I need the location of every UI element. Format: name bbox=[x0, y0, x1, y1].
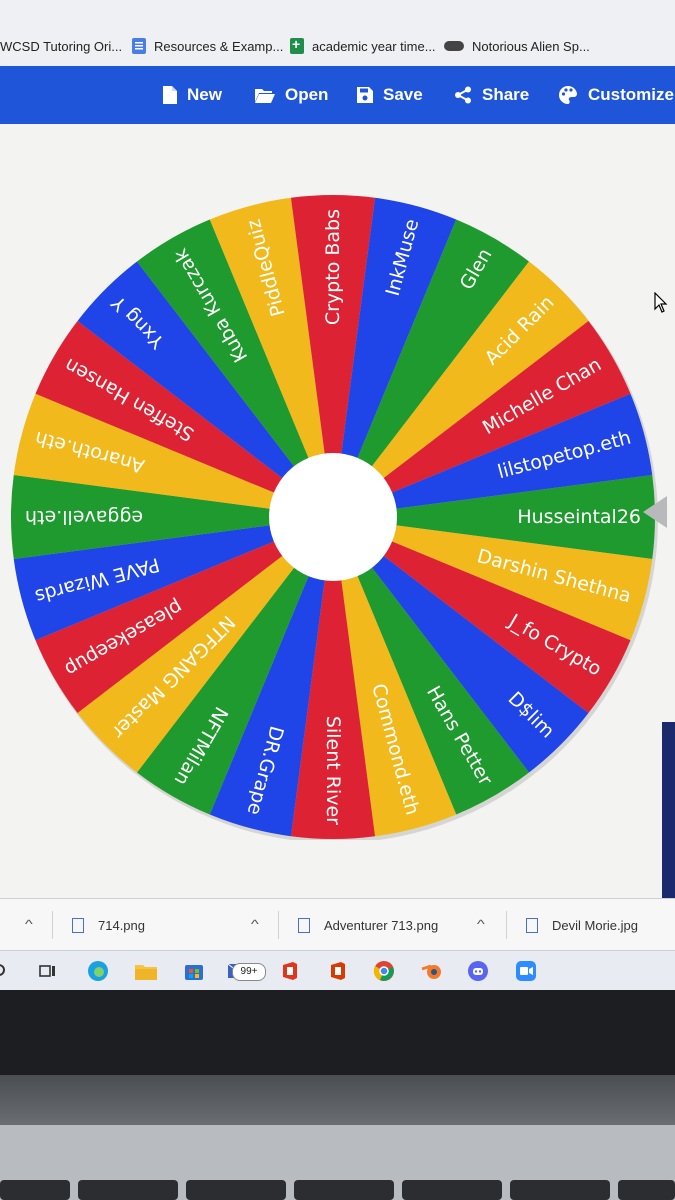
divider bbox=[506, 911, 507, 939]
new-button-label: New bbox=[187, 85, 222, 104]
keyboard-key bbox=[402, 1180, 502, 1200]
folder-open-icon bbox=[255, 89, 275, 103]
chrome-icon[interactable] bbox=[372, 959, 396, 983]
file-icon bbox=[72, 917, 84, 933]
open-button-label: Open bbox=[285, 85, 329, 104]
bookmark-item[interactable]: Resources & Examp... bbox=[132, 36, 283, 56]
bookmark-item[interactable]: WCSD Tutoring Ori... bbox=[0, 36, 122, 56]
open-button[interactable]: Open bbox=[255, 82, 328, 108]
download-item[interactable]: Adventurer 713.png bbox=[298, 915, 438, 935]
mask-icon bbox=[444, 41, 464, 51]
bookmark-label: Resources & Examp... bbox=[154, 38, 284, 54]
app-toolbar: New Open Save Share Customize bbox=[0, 66, 675, 124]
laptop-hinge bbox=[0, 1075, 675, 1125]
downloads-bar: ^ 714.png ^ Adventurer 713.png ^ Devil M… bbox=[0, 898, 675, 951]
search-icon[interactable] bbox=[0, 959, 12, 983]
bookmark-item[interactable]: academic year time... bbox=[290, 36, 436, 56]
save-button-label: Save bbox=[383, 85, 423, 104]
office-icon[interactable] bbox=[326, 959, 350, 983]
wheel-entry-label: Crypto Babs bbox=[322, 209, 344, 325]
share-button[interactable]: Share bbox=[454, 82, 529, 108]
divider bbox=[52, 911, 53, 939]
chevron-up-icon[interactable]: ^ bbox=[251, 917, 259, 931]
keyboard-key bbox=[186, 1180, 286, 1200]
bookmark-label: Notorious Alien Sp... bbox=[472, 38, 590, 54]
customize-button[interactable]: Customize bbox=[558, 82, 674, 108]
keyboard-key bbox=[78, 1180, 178, 1200]
file-icon bbox=[298, 917, 310, 933]
download-item[interactable]: Devil Morie.jpg bbox=[526, 915, 638, 935]
edge-icon[interactable] bbox=[86, 959, 110, 983]
wheel-pointer bbox=[643, 496, 667, 528]
new-button[interactable]: New bbox=[163, 82, 222, 108]
keyboard-key bbox=[294, 1180, 394, 1200]
zoom-icon[interactable] bbox=[514, 959, 538, 983]
wheel-hub[interactable] bbox=[269, 453, 397, 581]
palette-icon bbox=[559, 85, 577, 104]
download-item[interactable]: 714.png bbox=[72, 915, 145, 935]
google-docs-icon bbox=[132, 38, 146, 54]
side-panel-edge bbox=[662, 722, 675, 898]
bookmark-label: academic year time... bbox=[312, 38, 436, 54]
spin-wheel-container: Husseintal26 Darshin Shethna J_fo Crypto D$… bbox=[10, 180, 658, 840]
chevron-up-icon[interactable]: ^ bbox=[477, 917, 485, 931]
bookmarks-bar: WCSD Tutoring Ori... Resources & Examp..… bbox=[0, 0, 675, 67]
divider bbox=[278, 911, 279, 939]
taskbar: 99+ bbox=[0, 950, 675, 990]
discord-icon[interactable] bbox=[466, 959, 490, 983]
wheel-entry-label: eggavell.eth bbox=[25, 506, 143, 528]
notification-badge: 99+ bbox=[232, 963, 266, 981]
keyboard-key bbox=[618, 1180, 675, 1200]
download-filename: 714.png bbox=[98, 917, 145, 933]
wheel-entry-label: Silent River bbox=[322, 716, 344, 825]
task-view-icon[interactable] bbox=[36, 959, 60, 983]
file-icon bbox=[526, 917, 538, 933]
blender-icon[interactable] bbox=[420, 959, 444, 983]
save-button[interactable]: Save bbox=[357, 82, 423, 108]
screen: WCSD Tutoring Ori... Resources & Examp..… bbox=[0, 0, 675, 990]
save-icon bbox=[357, 87, 373, 103]
new-file-icon bbox=[163, 86, 177, 104]
download-filename: Devil Morie.jpg bbox=[552, 917, 638, 933]
bookmark-label: WCSD Tutoring Ori... bbox=[0, 38, 123, 54]
office-icon[interactable] bbox=[278, 959, 302, 983]
share-icon bbox=[455, 86, 471, 104]
customize-button-label: Customize bbox=[588, 85, 674, 104]
keyboard-key bbox=[0, 1180, 70, 1200]
file-explorer-icon[interactable] bbox=[134, 959, 158, 983]
store-icon[interactable] bbox=[182, 959, 206, 983]
bookmark-item[interactable]: Notorious Alien Sp... bbox=[444, 36, 590, 56]
download-filename: Adventurer 713.png bbox=[324, 917, 439, 933]
keyboard-key bbox=[510, 1180, 610, 1200]
mouse-cursor-icon bbox=[654, 292, 668, 313]
wheel-entry-label: Husseintal26 bbox=[517, 506, 641, 528]
laptop-bezel bbox=[0, 990, 675, 1075]
google-sheets-icon bbox=[290, 36, 304, 54]
share-button-label: Share bbox=[482, 85, 530, 104]
spin-wheel[interactable]: Husseintal26Darshin ShethnaJ_fo CryptoD$… bbox=[10, 180, 658, 840]
chevron-up-icon[interactable]: ^ bbox=[25, 917, 33, 931]
